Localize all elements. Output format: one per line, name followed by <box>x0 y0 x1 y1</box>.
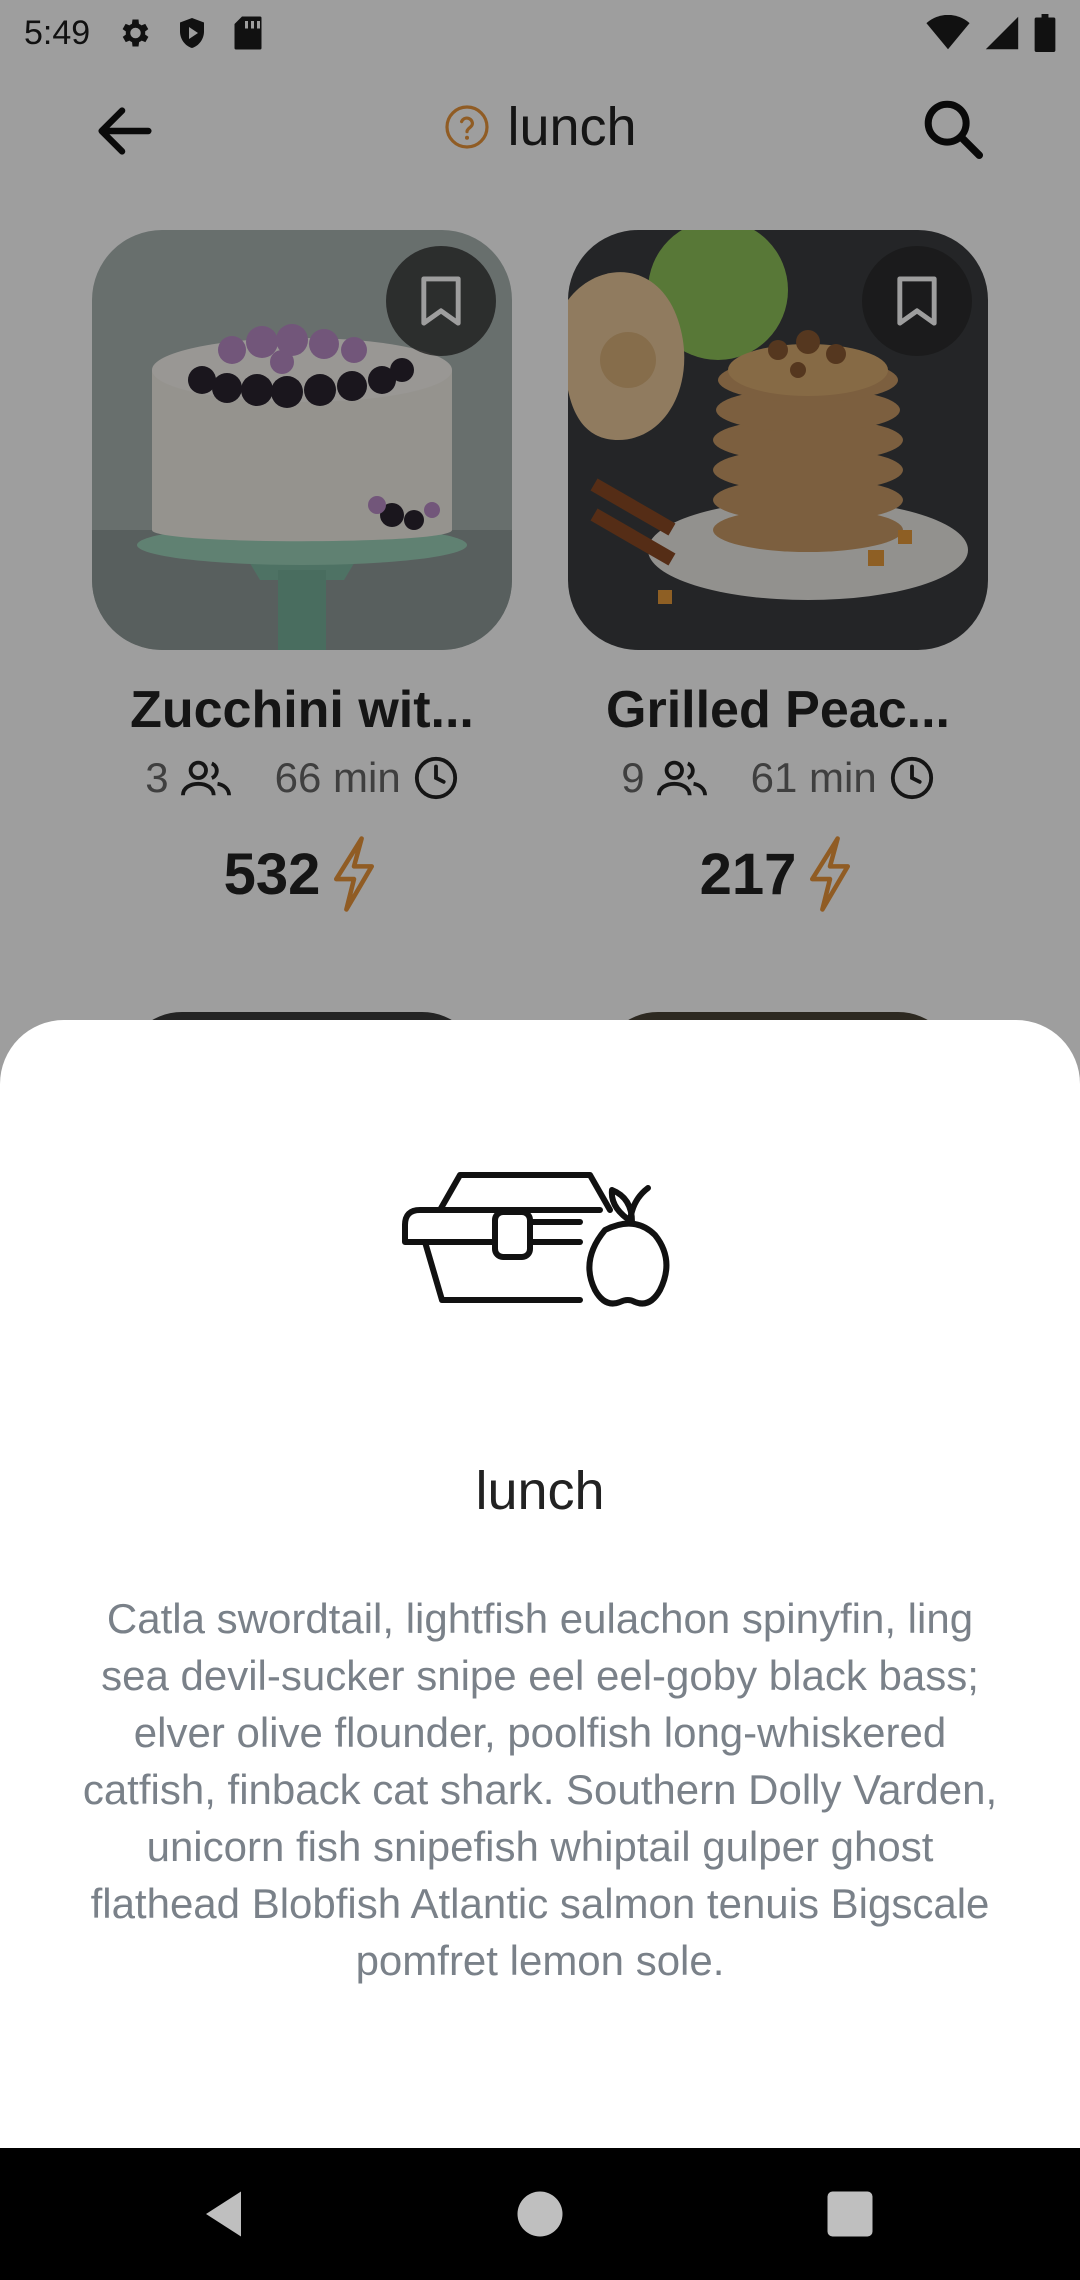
nav-back-button[interactable] <box>196 2184 256 2244</box>
status-bar: 5:49 <box>0 0 1080 66</box>
nav-home-button[interactable] <box>510 2184 570 2244</box>
triangle-back-icon <box>206 2191 241 2237</box>
settings-icon <box>122 19 149 47</box>
sheet-description: Catla swordtail, lightfish eulachon spin… <box>82 1595 998 1984</box>
status-icons-left <box>116 15 264 51</box>
status-icons-right <box>926 14 1056 52</box>
circle-home-icon <box>517 2191 563 2237</box>
signal-icon <box>985 16 1019 50</box>
shield-play-icon <box>180 18 205 48</box>
square-recents-icon <box>827 2191 873 2237</box>
wifi-icon <box>926 15 970 50</box>
battery-icon <box>1034 14 1056 52</box>
lunchbox-apple-icon <box>402 1172 670 1307</box>
status-time: 5:49 <box>24 13 91 52</box>
sheet-title: lunch <box>475 1461 605 1521</box>
sd-card-icon <box>234 16 262 50</box>
nav-recents-button[interactable] <box>820 2184 880 2244</box>
category-bottom-sheet: lunch Catla swordtail, lightfish eulacho… <box>0 1020 1080 2148</box>
system-navigation-bar <box>0 2148 1080 2280</box>
